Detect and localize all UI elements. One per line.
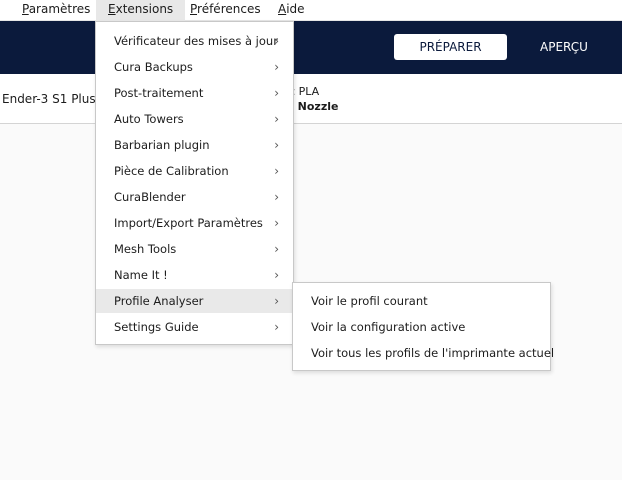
menu-item-profile-analyser[interactable]: Profile Analyser ›	[96, 289, 293, 313]
profile-analyser-submenu: Voir le profil courant Voir la configura…	[292, 282, 554, 371]
prepare-button[interactable]: PRÉPARER	[394, 34, 507, 60]
menu-item-settings-guide[interactable]: Settings Guide ›	[96, 315, 293, 339]
menu-item-curablender[interactable]: CuraBlender ›	[96, 185, 293, 209]
menu-preferences[interactable]: Préférences	[178, 0, 273, 21]
extensions-dropdown: Vérificateur des mises à jour › Cura Back…	[95, 21, 294, 345]
menu-item-auto-towers[interactable]: Auto Towers ›	[96, 107, 293, 131]
chevron-right-icon: ›	[274, 216, 279, 230]
chevron-right-icon: ›	[274, 294, 279, 308]
menu-extensions[interactable]: Extensions	[96, 0, 186, 21]
chevron-right-icon: ›	[274, 268, 279, 282]
submenu-item-all-printer-profiles[interactable]: Voir tous les profils de l'imprimante ac…	[293, 340, 554, 366]
menu-bar: Paramètres Extensions Préférences Aide	[0, 0, 622, 21]
submenu-item-current-profile[interactable]: Voir le profil courant	[293, 288, 550, 314]
chevron-right-icon: ›	[274, 242, 279, 256]
menu-item-update-checker[interactable]: Vérificateur des mises à jour ›	[96, 29, 293, 53]
menu-item-barbarian-plugin[interactable]: Barbarian plugin ›	[96, 133, 293, 157]
chevron-right-icon: ›	[274, 60, 279, 74]
menu-item-post-processing[interactable]: Post-traitement ›	[96, 81, 293, 105]
menu-item-mesh-tools[interactable]: Mesh Tools ›	[96, 237, 293, 261]
menu-aide[interactable]: Aide	[266, 0, 317, 21]
menu-item-name-it[interactable]: Name It ! ›	[96, 263, 293, 287]
chevron-right-icon: ›	[274, 320, 279, 334]
chevron-right-icon: ›	[274, 190, 279, 204]
chevron-right-icon: ›	[274, 112, 279, 126]
submenu-item-active-configuration[interactable]: Voir la configuration active	[293, 314, 550, 340]
menu-item-cura-backups[interactable]: Cura Backups ›	[96, 55, 293, 79]
printer-selector[interactable]: Ender-3 S1 Plus	[2, 92, 96, 106]
chevron-right-icon: ›	[274, 138, 279, 152]
menu-item-calibration-part[interactable]: Pièce de Calibration ›	[96, 159, 293, 183]
menu-item-import-export-settings[interactable]: Import/Export Paramètres ›	[96, 211, 293, 235]
chevron-right-icon: ›	[274, 34, 279, 48]
menu-parametres[interactable]: Paramètres	[10, 0, 102, 21]
stage-header: PRÉPARER APERÇU	[0, 21, 622, 74]
chevron-right-icon: ›	[274, 164, 279, 178]
preview-button[interactable]: APERÇU	[526, 34, 602, 60]
chevron-right-icon: ›	[274, 86, 279, 100]
printer-material-bar: Ender-3 S1 Plus ic PLA n Nozzle	[0, 74, 622, 124]
